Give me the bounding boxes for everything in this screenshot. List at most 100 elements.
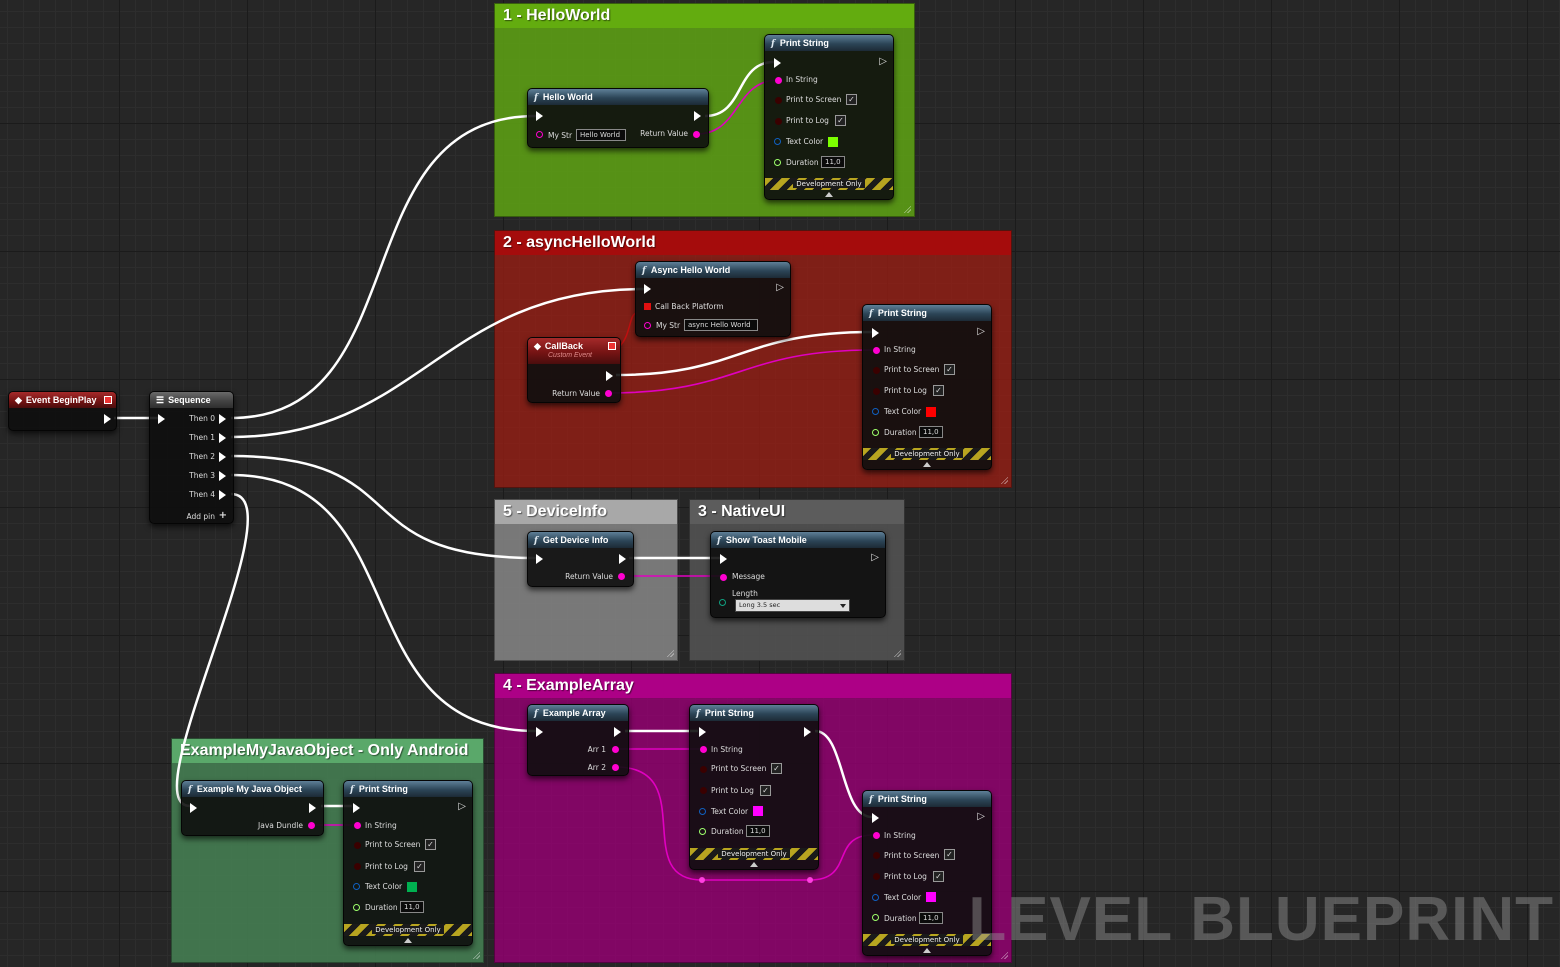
text-color-pin[interactable] (353, 883, 360, 890)
in-string-pin[interactable] (354, 822, 361, 829)
print-to-log-pin[interactable] (700, 787, 707, 794)
print-to-screen-pin[interactable] (700, 766, 707, 773)
exec-in-pin[interactable] (872, 813, 879, 823)
exec-out-icon[interactable]: ▷ (458, 802, 466, 812)
exec-in-pin[interactable] (720, 554, 727, 564)
print-to-screen-checkbox[interactable]: ✓ (846, 94, 857, 105)
exec-out-pin[interactable] (309, 803, 316, 813)
hello-world-node[interactable]: f Hello World My Str Hello World Return V… (527, 88, 709, 148)
print-string-node-async[interactable]: f Print String ▷ In String Print to Scree… (862, 304, 992, 470)
return-value-pin[interactable] (605, 390, 612, 397)
example-java-object-node[interactable]: f Example My Java Object Java Dundle (181, 780, 324, 836)
print-to-log-pin[interactable] (873, 388, 880, 395)
then-1-pin[interactable] (219, 433, 226, 443)
duration-input[interactable]: 11,0 (821, 156, 845, 168)
in-string-pin[interactable] (873, 347, 880, 354)
callback-event-node[interactable]: ◆ CallBack Custom Event Return Value (527, 337, 621, 403)
in-string-pin[interactable] (873, 832, 880, 839)
print-to-screen-pin[interactable] (873, 367, 880, 374)
print-string-node-array-a[interactable]: f Print String In String Print to Screen … (689, 704, 819, 870)
print-string-node-hello[interactable]: f Print String ▷ In String Print to Scree… (764, 34, 894, 200)
print-to-screen-pin[interactable] (354, 842, 361, 849)
arr1-pin[interactable] (612, 746, 619, 753)
exec-in-pin[interactable] (872, 328, 879, 338)
async-hello-world-node[interactable]: f Async Hello World ▷ Call Back Platform … (635, 261, 791, 337)
expand-arrow-icon[interactable] (404, 938, 412, 943)
exec-in-pin[interactable] (536, 554, 543, 564)
duration-pin[interactable] (353, 904, 360, 911)
duration-input[interactable]: 11,0 (919, 912, 943, 924)
exec-out-pin[interactable] (804, 727, 811, 737)
print-to-log-pin[interactable] (775, 118, 782, 125)
text-color-swatch[interactable] (926, 407, 936, 417)
text-color-pin[interactable] (872, 894, 879, 901)
exec-out-pin[interactable] (614, 727, 621, 737)
exec-out-pin[interactable] (619, 554, 626, 564)
exec-in-pin[interactable] (536, 727, 543, 737)
exec-in-pin[interactable] (158, 414, 165, 424)
java-bundle-pin[interactable] (308, 822, 315, 829)
then-2-pin[interactable] (219, 452, 226, 462)
duration-input[interactable]: 11,0 (400, 901, 424, 913)
print-to-log-pin[interactable] (354, 863, 361, 870)
sequence-node[interactable]: ☰ Sequence Then 0 Then 1 Then 2 Then 3 Th… (149, 391, 234, 524)
expand-arrow-icon[interactable] (923, 462, 931, 467)
exec-in-pin[interactable] (774, 58, 781, 68)
expand-arrow-icon[interactable] (923, 948, 931, 953)
exec-out-pin[interactable] (104, 414, 111, 424)
exec-out-icon[interactable]: ▷ (871, 553, 879, 563)
text-color-pin[interactable] (774, 138, 781, 145)
message-pin[interactable] (720, 574, 727, 581)
text-color-swatch[interactable] (828, 137, 838, 147)
event-beginplay-node[interactable]: ◆ Event BeginPlay (8, 391, 117, 431)
duration-pin[interactable] (872, 429, 879, 436)
print-to-log-checkbox[interactable]: ✓ (760, 785, 771, 796)
then-0-pin[interactable] (219, 414, 226, 424)
exec-out-pin[interactable] (694, 111, 701, 121)
exec-out-icon[interactable]: ▷ (879, 57, 887, 67)
exec-in-pin[interactable] (353, 803, 360, 813)
delegate-pin[interactable] (104, 396, 112, 404)
exec-out-pin[interactable] (606, 371, 613, 381)
print-to-log-pin[interactable] (873, 873, 880, 880)
print-to-screen-checkbox[interactable]: ✓ (425, 839, 436, 850)
get-device-info-node[interactable]: f Get Device Info Return Value (527, 531, 634, 587)
print-to-log-checkbox[interactable]: ✓ (933, 871, 944, 882)
return-value-pin[interactable] (618, 573, 625, 580)
exec-in-pin[interactable] (644, 284, 651, 294)
duration-input[interactable]: 11,0 (919, 426, 943, 438)
then-3-pin[interactable] (219, 471, 226, 481)
exec-in-pin[interactable] (190, 803, 197, 813)
add-pin-button[interactable]: Add pin (186, 512, 215, 522)
in-string-pin[interactable] (700, 746, 707, 753)
delegate-pin[interactable] (608, 342, 616, 350)
text-color-swatch[interactable] (753, 806, 763, 816)
print-to-screen-pin[interactable] (775, 97, 782, 104)
expand-arrow-icon[interactable] (750, 862, 758, 867)
duration-pin[interactable] (872, 914, 879, 921)
then-4-pin[interactable] (219, 490, 226, 500)
length-pin[interactable] (719, 599, 726, 606)
my-str-pin[interactable] (536, 131, 543, 138)
exec-out-icon[interactable]: ▷ (977, 812, 985, 822)
arr2-pin[interactable] (612, 764, 619, 771)
exec-out-icon[interactable]: ▷ (776, 283, 784, 293)
print-to-log-checkbox[interactable]: ✓ (414, 861, 425, 872)
print-to-screen-checkbox[interactable]: ✓ (944, 849, 955, 860)
example-array-node[interactable]: f Example Array Arr 1 Arr 2 (527, 704, 629, 776)
print-to-screen-checkbox[interactable]: ✓ (771, 763, 782, 774)
text-color-swatch[interactable] (926, 892, 936, 902)
my-str-input[interactable]: async Hello World (684, 319, 758, 331)
length-dropdown[interactable]: Long 3.5 sec (735, 599, 850, 612)
print-to-screen-checkbox[interactable]: ✓ (944, 364, 955, 375)
print-to-log-checkbox[interactable]: ✓ (933, 385, 944, 396)
print-string-node-android[interactable]: f Print String ▷ In String Print to Scree… (343, 780, 473, 946)
text-color-pin[interactable] (699, 808, 706, 815)
return-value-pin[interactable] (693, 131, 700, 138)
in-string-pin[interactable] (775, 77, 782, 84)
print-to-log-checkbox[interactable]: ✓ (835, 115, 846, 126)
print-to-screen-pin[interactable] (873, 852, 880, 859)
duration-pin[interactable] (774, 159, 781, 166)
callback-platform-pin[interactable] (644, 303, 651, 310)
duration-pin[interactable] (699, 828, 706, 835)
